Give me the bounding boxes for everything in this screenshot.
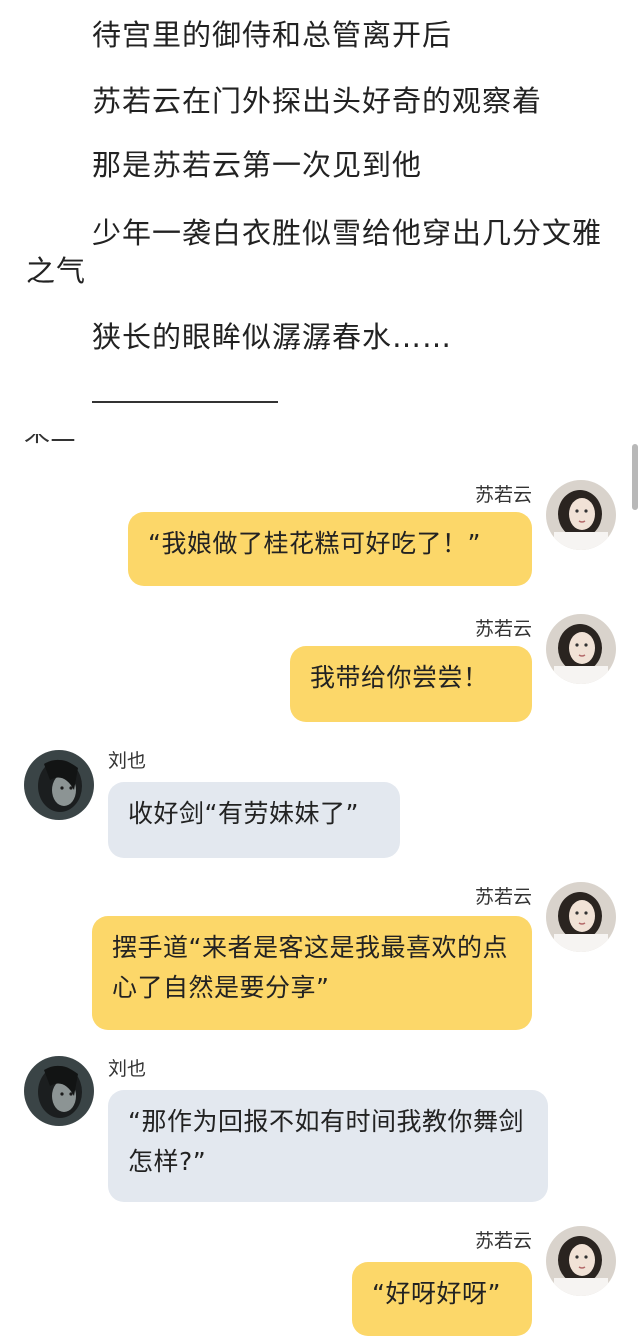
su-ruoyun-avatar-icon[interactable] bbox=[546, 1226, 616, 1296]
message-bubble[interactable]: “好呀好呀” bbox=[352, 1262, 532, 1336]
sender-name: 刘也 bbox=[108, 750, 147, 772]
message-bubble[interactable]: 我带给你尝尝！ bbox=[290, 646, 532, 722]
sender-name: 苏若云 bbox=[474, 618, 532, 640]
message-bubble[interactable]: “那作为回报不如有时间我教你舞剑怎样?” bbox=[108, 1090, 548, 1202]
cutoff-text: 来三 bbox=[24, 434, 80, 446]
story-line: 狭长的眼眸似潺潺春水…… bbox=[92, 320, 453, 354]
su-ruoyun-avatar-icon[interactable] bbox=[546, 882, 616, 952]
sender-name: 苏若云 bbox=[474, 1230, 532, 1252]
message-bubble[interactable]: 摆手道“来者是客这是我最喜欢的点心了自然是要分享” bbox=[92, 916, 532, 1030]
message-bubble[interactable]: “我娘做了桂花糕可好吃了！” bbox=[128, 512, 532, 586]
story-line: 那是苏若云第一次见到他 bbox=[92, 148, 423, 182]
story-line: 苏若云在门外探出头好奇的观察着 bbox=[92, 84, 543, 118]
su-ruoyun-avatar-icon[interactable] bbox=[546, 614, 616, 684]
story-line: 待宫里的御侍和总管离开后 bbox=[92, 18, 453, 52]
sender-name: 刘也 bbox=[108, 1058, 147, 1080]
sender-name: 苏若云 bbox=[474, 886, 532, 908]
scrollbar[interactable] bbox=[632, 444, 638, 510]
cutoff-text-label: 来三 bbox=[24, 434, 80, 446]
sender-name: 苏若云 bbox=[474, 484, 532, 506]
liu-ye-avatar-icon[interactable] bbox=[24, 1056, 94, 1126]
liu-ye-avatar-icon[interactable] bbox=[24, 750, 94, 820]
story-line: 少年一袭白衣胜似雪给他穿出几分文雅之气 bbox=[26, 216, 603, 288]
section-divider bbox=[92, 401, 278, 403]
su-ruoyun-avatar-icon[interactable] bbox=[546, 480, 616, 550]
message-bubble[interactable]: 收好剑“有劳妹妹了” bbox=[108, 782, 400, 858]
